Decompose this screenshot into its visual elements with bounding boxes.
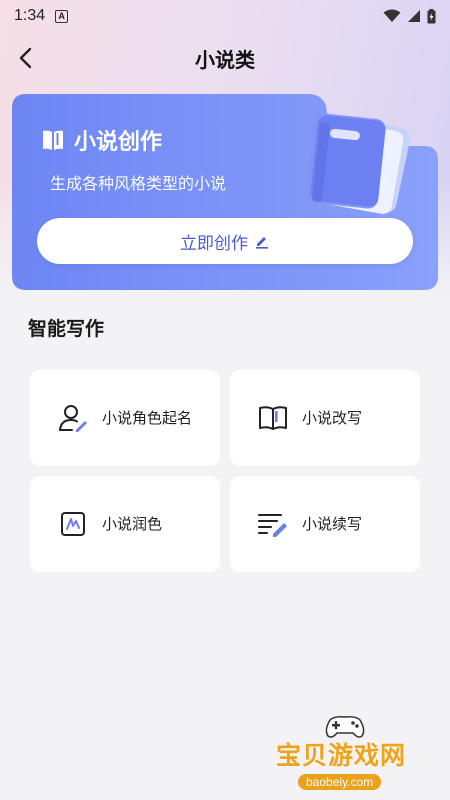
card-novel-polish[interactable]: 小说润色: [30, 476, 220, 572]
user-edit-icon: [56, 401, 90, 435]
card-label: 小说润色: [102, 515, 163, 533]
card-novel-rewrite[interactable]: 小说改写: [230, 370, 420, 466]
card-character-naming[interactable]: 小说角色起名: [30, 370, 220, 466]
watermark-url: baobeiy.com: [298, 774, 382, 790]
create-now-button[interactable]: 立即创作: [37, 218, 413, 264]
page-title: 小说类: [195, 47, 255, 72]
battery-icon: [427, 8, 436, 23]
section-title: 智能写作: [28, 318, 105, 340]
status-bar: 1:34 A: [0, 0, 450, 32]
notebook-illustration-icon: [306, 113, 411, 214]
notification-icon: A: [55, 9, 69, 23]
hero-title-text: 小说创作: [74, 130, 163, 155]
card-label: 小说续写: [302, 515, 363, 533]
card-label: 小说改写: [302, 409, 363, 427]
card-label: 小说角色起名: [102, 409, 193, 427]
watermark-logo: 宝贝游戏网 baobeiy.com: [270, 712, 450, 800]
app-header: 小说类: [0, 36, 450, 80]
chevron-left-icon: [19, 47, 32, 69]
pencil-icon: [256, 237, 268, 249]
wifi-icon: [383, 9, 401, 22]
card-novel-continue[interactable]: 小说续写: [230, 476, 420, 572]
hero-subtitle: 生成各种风格类型的小说: [50, 174, 227, 193]
status-time: 1:34: [14, 7, 46, 24]
novel-creation-card: 小说创作 生成各种风格类型的小说 立即创作: [12, 94, 438, 290]
watermark-title: 宝贝游戏网: [276, 741, 407, 770]
signal-icon: [408, 10, 420, 22]
create-now-label: 立即创作: [180, 233, 248, 254]
polish-signature-icon: [56, 507, 90, 541]
open-book-icon: [256, 401, 290, 435]
back-button[interactable]: [10, 42, 42, 74]
hero-title: 小说创作: [40, 124, 162, 156]
continue-writing-icon: [256, 507, 290, 541]
book-icon: [43, 130, 63, 150]
